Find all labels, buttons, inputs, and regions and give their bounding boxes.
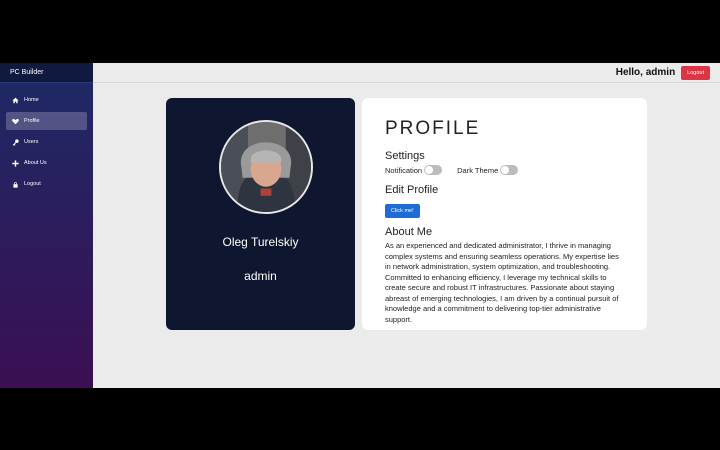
main-content: Hello, admin Logout Oleg Turelskiy admin (93, 63, 720, 388)
sidebar-item-home[interactable]: Home (6, 91, 87, 109)
notification-setting: Notification (385, 165, 443, 175)
about-text: As an experienced and dedicated administ… (385, 241, 619, 324)
key-icon (11, 138, 19, 146)
profile-card: Oleg Turelskiy admin (166, 98, 355, 330)
page-title: PROFILE (385, 118, 481, 139)
app-window: PC Builder Home Profile Users About Us L… (0, 63, 720, 388)
sidebar-item-logout[interactable]: Logout (6, 175, 87, 193)
logout-button[interactable]: Logout (681, 65, 710, 80)
top-bar: Hello, admin Logout (93, 63, 720, 83)
settings-title: Settings (385, 150, 425, 162)
brand-title: PC Builder (0, 63, 93, 83)
sidebar-item-label: Logout (24, 181, 41, 187)
settings-row: Notification Dark Theme (385, 165, 624, 175)
home-icon (11, 96, 19, 104)
profile-details-card: PROFILE Settings Notification Dark Theme… (362, 98, 647, 330)
about-title: About Me (385, 226, 433, 238)
sidebar-item-label: Users (24, 139, 39, 145)
sidebar-item-label: About Us (24, 160, 47, 166)
dark-theme-setting: Dark Theme (457, 165, 519, 175)
edit-profile-button[interactable]: Click me! (385, 204, 420, 218)
edit-profile-title: Edit Profile (385, 184, 439, 196)
sidebar-nav: Home Profile Users About Us Logout (0, 83, 93, 193)
user-name: Oleg Turelskiy (222, 235, 299, 249)
dark-theme-toggle[interactable] (500, 165, 519, 175)
sidebar-item-about-us[interactable]: About Us (6, 154, 87, 172)
sidebar-item-users[interactable]: Users (6, 133, 87, 151)
sidebar-item-label: Profile (24, 118, 40, 124)
user-role: admin (244, 269, 277, 283)
heart-icon (11, 117, 19, 125)
sidebar-item-profile[interactable]: Profile (6, 112, 87, 130)
lock-icon (11, 180, 19, 188)
greeting-text: Hello, admin (615, 67, 676, 78)
sidebar: PC Builder Home Profile Users About Us L… (0, 63, 93, 388)
plus-icon (11, 159, 19, 167)
notification-toggle[interactable] (424, 165, 443, 175)
avatar (219, 120, 313, 214)
sidebar-item-label: Home (24, 97, 39, 103)
notification-label: Notification (385, 165, 423, 175)
dark-theme-label: Dark Theme (457, 165, 499, 175)
